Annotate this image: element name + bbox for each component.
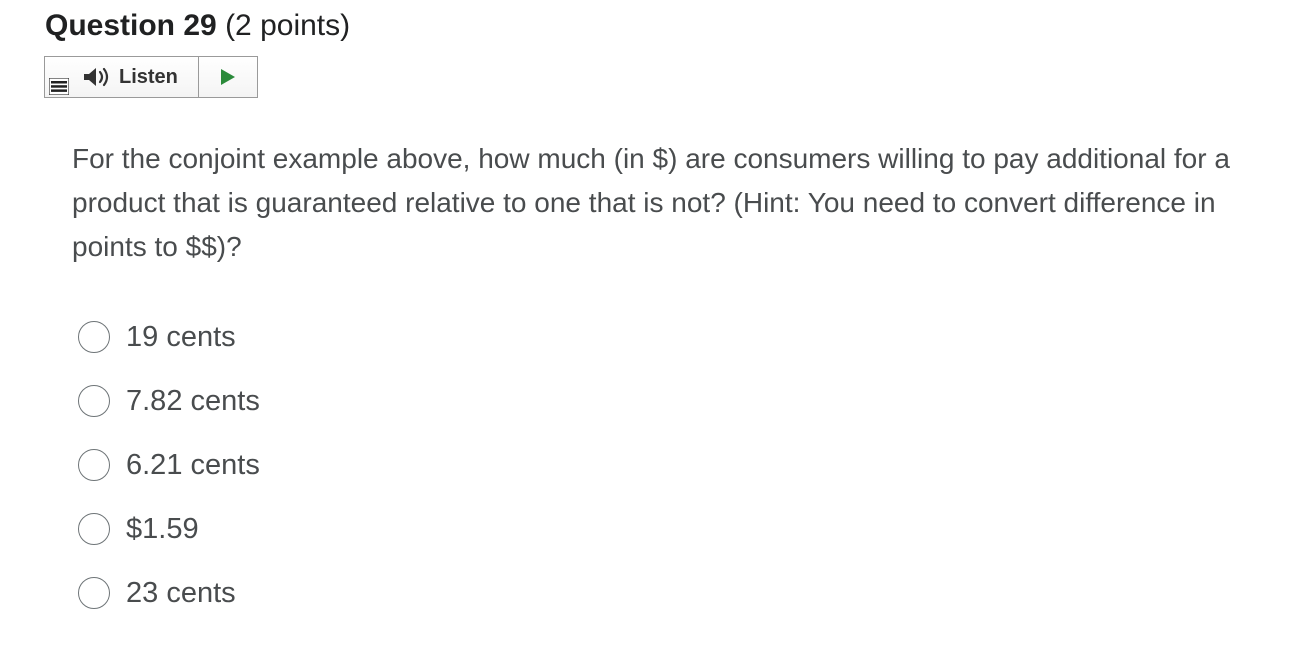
radio-button[interactable] <box>78 513 110 545</box>
answer-options: 19 cents 7.82 cents 6.21 cents $1.59 23 … <box>78 305 260 625</box>
answer-option[interactable]: 23 cents <box>78 561 260 625</box>
radio-button[interactable] <box>78 321 110 353</box>
answer-option[interactable]: 19 cents <box>78 305 260 369</box>
answer-option-label: 6.21 cents <box>126 448 260 481</box>
menu-icon[interactable] <box>49 78 69 95</box>
question-points: (2 points) <box>225 9 351 42</box>
answer-option-label: $1.59 <box>126 512 199 545</box>
question-text: For the conjoint example above, how much… <box>72 143 1230 262</box>
answer-option-label: 23 cents <box>126 576 236 609</box>
answer-option-label: 19 cents <box>126 320 236 353</box>
radio-button[interactable] <box>78 449 110 481</box>
play-icon <box>221 69 235 85</box>
question-header: Question 29 (2 points) <box>45 6 350 46</box>
listen-toolbar: Listen <box>44 56 258 98</box>
answer-option[interactable]: 6.21 cents <box>78 433 260 497</box>
answer-option[interactable]: 7.82 cents <box>78 369 260 433</box>
speaker-icon <box>84 67 109 87</box>
answer-option[interactable]: $1.59 <box>78 497 260 561</box>
answer-option-label: 7.82 cents <box>126 384 260 417</box>
listen-label: Listen <box>119 65 178 88</box>
play-button[interactable] <box>199 57 257 97</box>
radio-button[interactable] <box>78 385 110 417</box>
question-title: Question 29 <box>45 9 217 42</box>
radio-button[interactable] <box>78 577 110 609</box>
